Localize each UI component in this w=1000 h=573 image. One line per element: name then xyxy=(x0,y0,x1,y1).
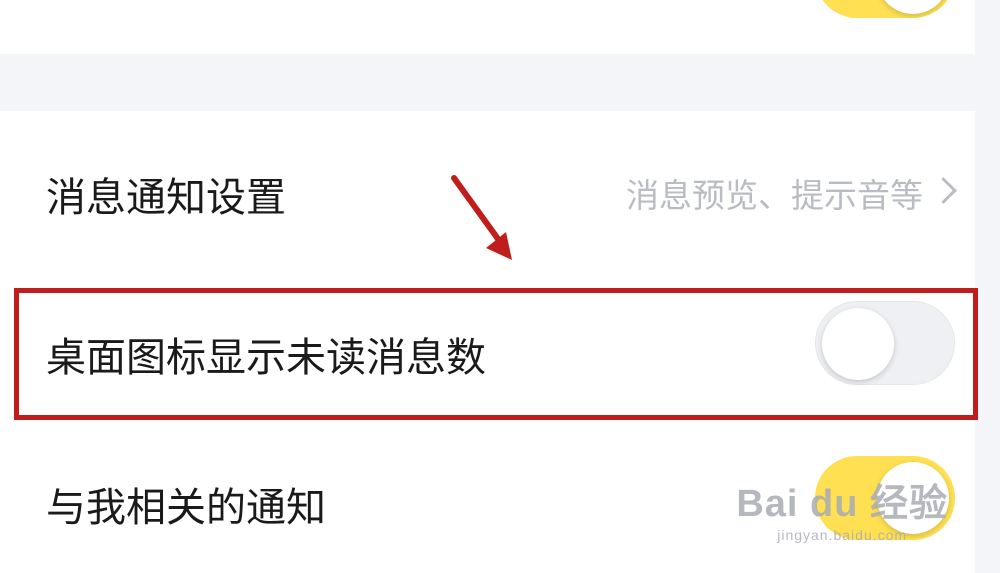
watermark-sub: jingyan.baidu.com xyxy=(777,527,908,543)
settings-screen: 消息通知设置 消息预览、提示音等 桌面图标显示未读消息数 与我相关的通知 Bai… xyxy=(0,0,1000,573)
baidu-watermark: Bai du 经验 jingyan.baidu.com xyxy=(736,472,948,543)
previous-settings-card xyxy=(0,0,975,54)
previous-toggle-switch[interactable] xyxy=(815,0,955,18)
row-hint: 消息预览、提示音等 xyxy=(626,176,923,215)
highlight-box xyxy=(14,288,978,420)
toggle-knob xyxy=(877,0,949,14)
chevron-right-icon xyxy=(930,177,957,204)
watermark-main: Bai du 经验 xyxy=(736,483,948,525)
row-label: 消息通知设置 xyxy=(46,175,286,221)
annotation-arrow-icon xyxy=(451,175,512,260)
row-label: 与我相关的通知 xyxy=(46,485,326,531)
